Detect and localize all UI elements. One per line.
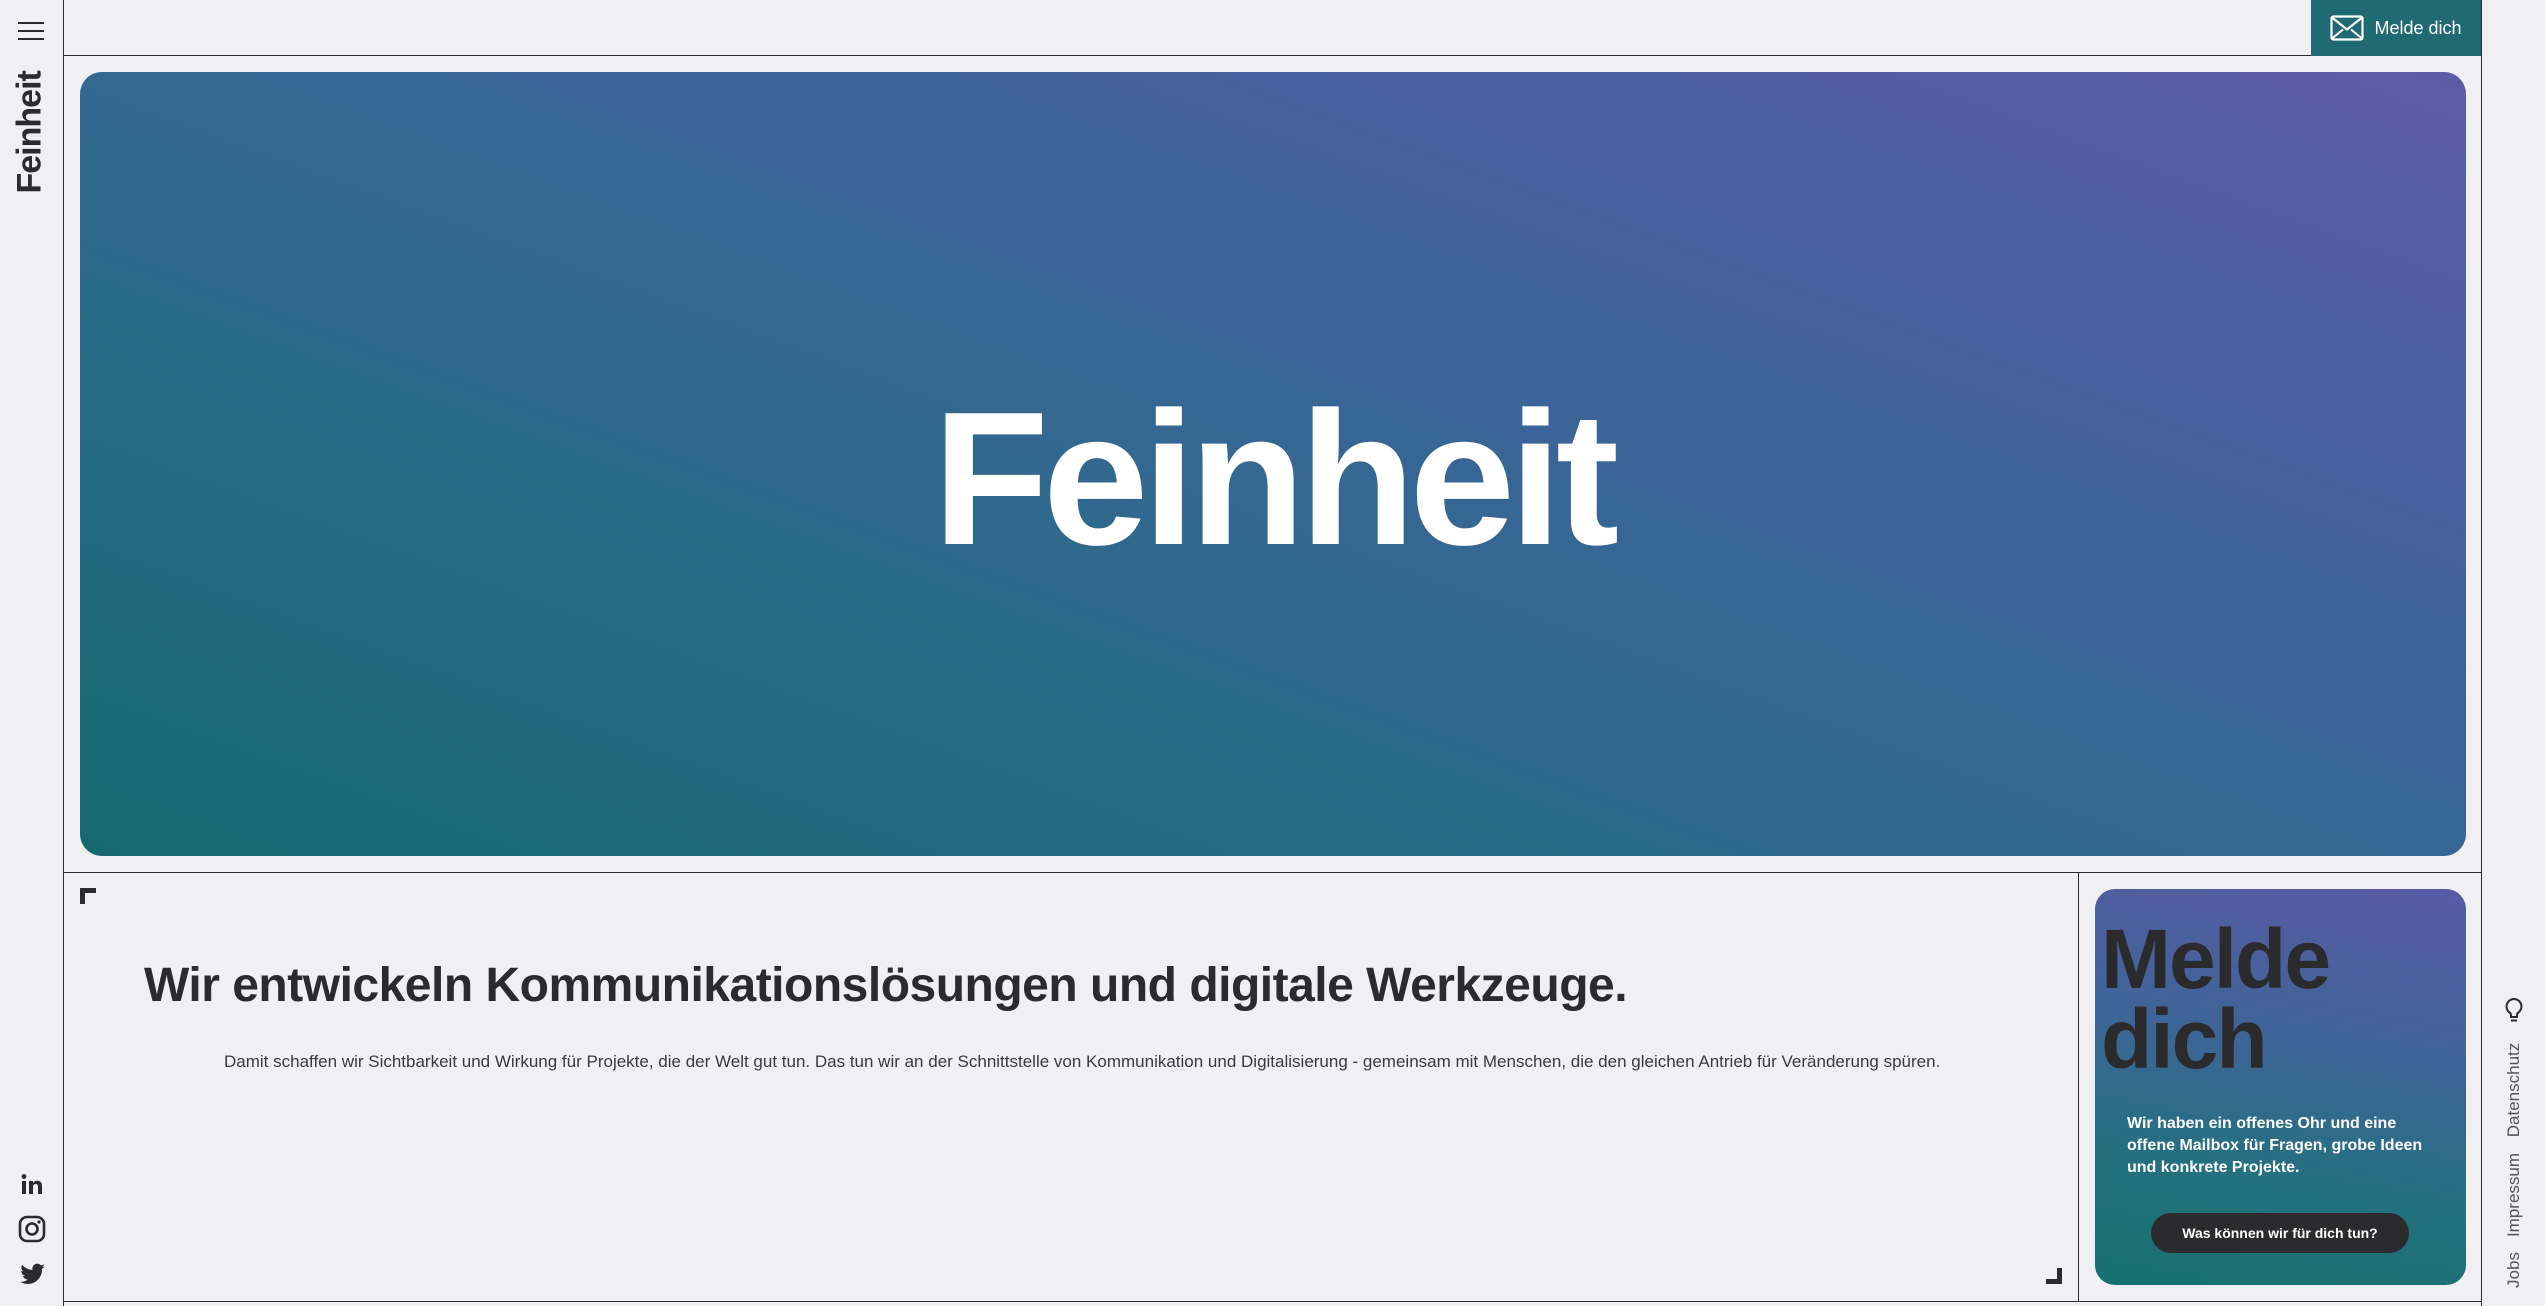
mail-icon [2330,15,2365,41]
contact-card-text: Wir haben ein offenes Ohr und eine offen… [2127,1115,2423,1176]
contact-card-title-line1: Melde [2101,912,2331,1006]
hero-title: Feinheit [932,373,1619,585]
brand-logo[interactable]: Feinheit [11,71,50,193]
corner-mark-bottom-right [2046,1268,2062,1284]
left-sidebar: Feinheit [0,0,64,1306]
contact-card-title: Melde dich [2101,912,2461,1086]
intro-heading: Wir entwickeln Kommunikationslösungen un… [144,959,1628,1012]
footer-link-jobs[interactable]: Jobs [2504,1252,2524,1288]
contact-button[interactable]: Melde dich [2311,0,2481,56]
intro-text: Damit schaffen wir Sichtbarkeit und Wirk… [224,1052,1941,1071]
top-bar: Melde dich [64,0,2481,56]
lightbulb-icon[interactable] [2503,996,2525,1026]
contact-card-title-line2: dich [2101,992,2268,1086]
page: Feinheit Datenschutz Impressum Jobs Meld… [0,0,2545,1306]
contact-card: Melde dich Wir haben ein offenes Ohr und… [2095,889,2466,1285]
right-sidebar: Datenschutz Impressum Jobs [2481,0,2545,1306]
column-divider [2078,872,2079,1302]
linkedin-icon[interactable] [17,1170,47,1200]
bottom-divider [64,1301,2481,1302]
hero-banner: Feinheit [80,72,2466,856]
footer-link-impressum[interactable]: Impressum [2504,1153,2524,1237]
corner-mark-top-left [80,888,96,904]
contact-button-label: Melde dich [2374,17,2462,38]
menu-icon[interactable] [18,22,44,40]
twitter-icon[interactable] [17,1259,47,1289]
section-divider [64,872,2481,873]
footer-link-datenschutz[interactable]: Datenschutz [2504,1043,2524,1138]
contact-card-button[interactable]: Was können wir für dich tun? [2151,1213,2409,1253]
instagram-icon[interactable] [17,1214,47,1244]
